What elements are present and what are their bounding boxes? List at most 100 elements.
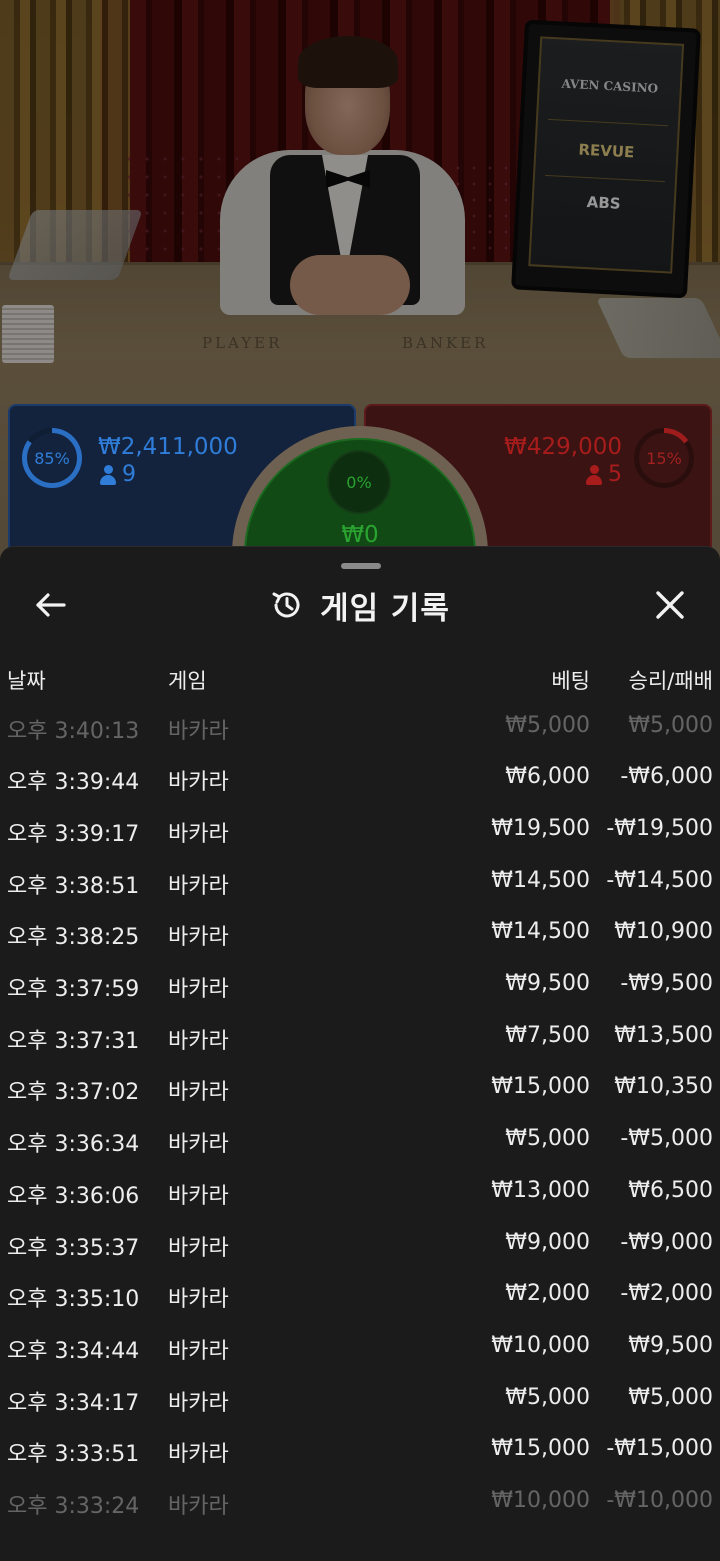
row-result: -₩6,000 (620, 764, 713, 789)
row-result: ₩6,500 (628, 1178, 713, 1203)
row-result: -₩5,000 (620, 1126, 713, 1151)
history-row[interactable]: 오후 3:39:17 바카라 ₩19,500 -₩19,500 (0, 804, 720, 856)
row-game: 바카라 (168, 822, 229, 847)
row-bet: ₩7,500 (505, 1023, 590, 1048)
banker-bettor-count: 5 (586, 462, 622, 487)
history-row[interactable]: 오후 3:33:51 바카라 ₩15,000 -₩15,000 (0, 1424, 720, 1476)
person-icon (100, 464, 116, 485)
row-result: -₩9,500 (620, 971, 713, 996)
row-time: 오후 3:37:31 (7, 1029, 140, 1054)
row-bet: ₩15,000 (491, 1436, 590, 1461)
history-row[interactable]: 오후 3:36:34 바카라 ₩5,000 -₩5,000 (0, 1114, 720, 1166)
row-time: 오후 3:34:17 (7, 1391, 140, 1416)
row-bet: ₩5,000 (505, 1385, 590, 1410)
history-row[interactable]: 오후 3:34:44 바카라 ₩10,000 ₩9,500 (0, 1321, 720, 1373)
row-game: 바카라 (168, 1132, 229, 1157)
history-row[interactable]: 오후 3:38:51 바카라 ₩14,500 -₩14,500 (0, 856, 720, 908)
row-time: 오후 3:36:34 (7, 1132, 140, 1157)
row-result: -₩9,000 (620, 1230, 713, 1255)
row-time: 오후 3:39:44 (7, 770, 140, 795)
banker-percent-ring: 15% (634, 428, 694, 488)
history-row[interactable]: 오후 3:37:59 바카라 ₩9,500 -₩9,500 (0, 959, 720, 1011)
row-time: 오후 3:37:59 (7, 977, 140, 1002)
row-time: 오후 3:40:13 (7, 719, 140, 744)
row-bet: ₩13,000 (491, 1178, 590, 1203)
player-percent: 85% (27, 433, 77, 483)
history-row[interactable]: 오후 3:37:31 바카라 ₩7,500 ₩13,500 (0, 1011, 720, 1063)
row-result: -₩10,000 (606, 1488, 713, 1513)
row-result: ₩9,500 (628, 1333, 713, 1358)
row-bet: ₩2,000 (505, 1281, 590, 1306)
column-header-win-loss: 승리/패배 (628, 669, 713, 693)
row-time: 오후 3:36:06 (7, 1184, 140, 1209)
row-game: 바카라 (168, 1080, 229, 1105)
row-bet: ₩5,000 (505, 713, 590, 738)
row-game: 바카라 (168, 770, 229, 795)
row-bet: ₩15,000 (491, 1074, 590, 1099)
row-bet: ₩9,000 (505, 1230, 590, 1255)
row-result: ₩10,900 (614, 919, 713, 944)
row-time: 오후 3:38:25 (7, 925, 140, 950)
row-game: 바카라 (168, 1391, 229, 1416)
column-header-bet: 베팅 (551, 669, 590, 693)
tie-percent: 0% (327, 450, 391, 514)
player-bet-total: ₩2,411,000 (98, 434, 238, 460)
row-result: -₩19,500 (606, 816, 713, 841)
row-time: 오후 3:37:02 (7, 1080, 140, 1105)
row-result: ₩13,500 (614, 1023, 713, 1048)
history-row[interactable]: 오후 3:36:06 바카라 ₩13,000 ₩6,500 (0, 1166, 720, 1218)
row-bet: ₩14,500 (491, 919, 590, 944)
history-row[interactable]: 오후 3:38:25 바카라 ₩14,500 ₩10,900 (0, 907, 720, 959)
history-icon (272, 592, 300, 618)
row-game: 바카라 (168, 874, 229, 899)
row-game: 바카라 (168, 1442, 229, 1467)
row-result: -₩2,000 (620, 1281, 713, 1306)
row-game: 바카라 (168, 719, 229, 744)
row-result: ₩5,000 (628, 713, 713, 738)
banker-bet-total: ₩429,000 (504, 434, 622, 460)
player-percent-ring: 85% (22, 428, 82, 488)
row-bet: ₩10,000 (491, 1488, 590, 1513)
row-bet: ₩19,500 (491, 816, 590, 841)
row-game: 바카라 (168, 1029, 229, 1054)
history-row[interactable]: 오후 3:35:37 바카라 ₩9,000 -₩9,000 (0, 1218, 720, 1270)
player-bettor-count: 9 (100, 462, 136, 487)
row-bet: ₩9,500 (505, 971, 590, 996)
row-game: 바카라 (168, 1236, 229, 1261)
history-row[interactable]: 오후 3:35:10 바카라 ₩2,000 -₩2,000 (0, 1269, 720, 1321)
row-time: 오후 3:35:10 (7, 1287, 140, 1312)
banker-percent: 15% (639, 433, 689, 483)
row-bet: ₩14,500 (491, 868, 590, 893)
history-row[interactable]: 오후 3:37:02 바카라 ₩15,000 ₩10,350 (0, 1062, 720, 1114)
row-bet: ₩6,000 (505, 764, 590, 789)
person-icon (586, 464, 602, 485)
row-time: 오후 3:38:51 (7, 874, 140, 899)
row-game: 바카라 (168, 1494, 229, 1519)
column-header-game: 게임 (168, 669, 207, 693)
history-row[interactable]: 오후 3:34:17 바카라 ₩5,000 ₩5,000 (0, 1373, 720, 1425)
history-row[interactable]: 오후 3:33:24 바카라 ₩10,000 -₩10,000 (0, 1476, 720, 1528)
row-result: ₩5,000 (628, 1385, 713, 1410)
tie-bet-total: ₩0 (341, 522, 379, 548)
page-title: 게임 기록 (320, 590, 450, 627)
banker-bettor-count-value: 5 (608, 462, 622, 487)
row-result: ₩10,350 (614, 1074, 713, 1099)
row-time: 오후 3:33:24 (7, 1494, 140, 1519)
row-result: -₩14,500 (606, 868, 713, 893)
close-icon (656, 591, 684, 619)
row-time: 오후 3:33:51 (7, 1442, 140, 1467)
row-game: 바카라 (168, 1287, 229, 1312)
history-row[interactable]: 오후 3:39:44 바카라 ₩6,000 -₩6,000 (0, 752, 720, 804)
game-history-sheet: 게임 기록 날짜 게임 베팅 승리/패배 오후 3:40:13 바카라 ₩5,0… (0, 546, 720, 1561)
row-result: -₩15,000 (606, 1436, 713, 1461)
sheet-drag-handle[interactable] (341, 563, 381, 569)
row-time: 오후 3:35:37 (7, 1236, 140, 1261)
column-header-date: 날짜 (7, 669, 46, 693)
row-game: 바카라 (168, 1184, 229, 1209)
history-row[interactable]: 오후 3:40:13 바카라 ₩5,000 ₩5,000 (0, 701, 720, 753)
close-button[interactable] (648, 583, 692, 627)
row-game: 바카라 (168, 925, 229, 950)
row-time: 오후 3:34:44 (7, 1339, 140, 1364)
row-bet: ₩10,000 (491, 1333, 590, 1358)
row-time: 오후 3:39:17 (7, 822, 140, 847)
